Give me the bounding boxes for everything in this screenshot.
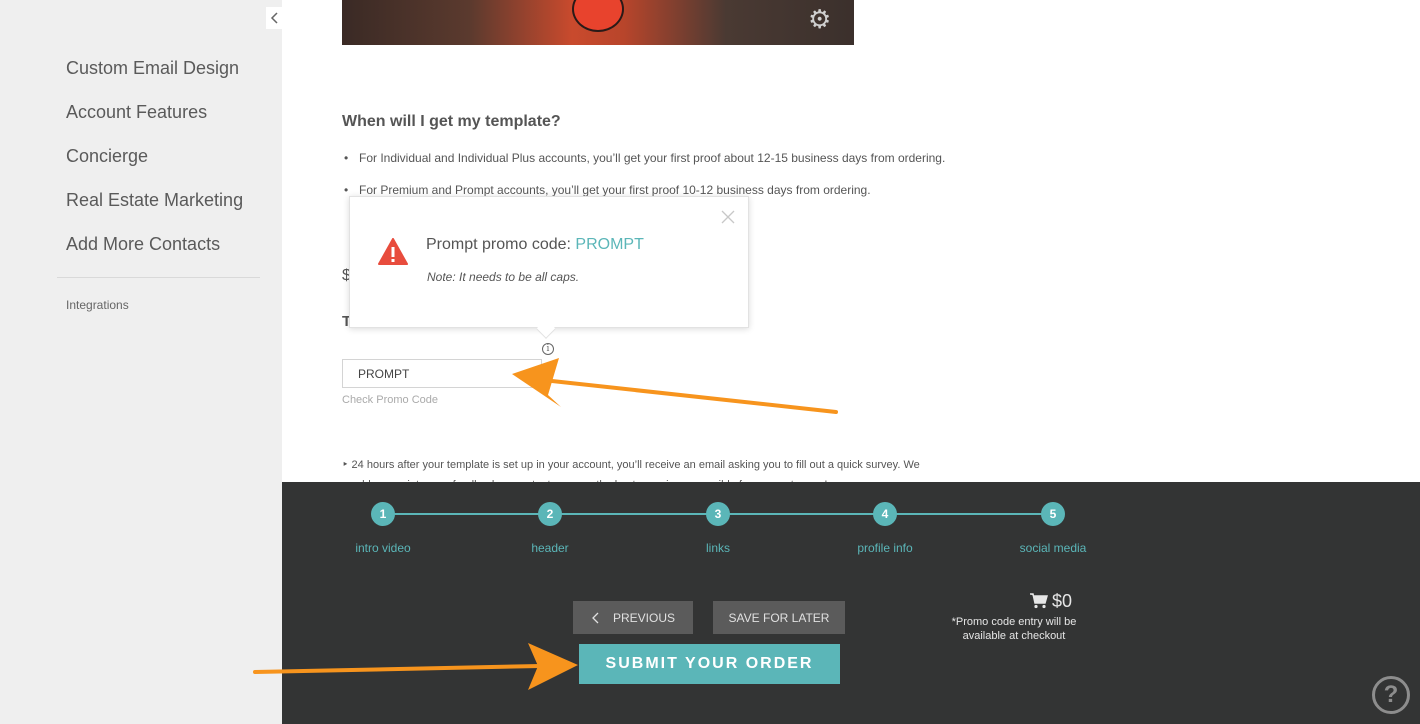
faq-heading: When will I get my template? <box>342 113 561 130</box>
sidebar-item-account-features[interactable]: Account Features <box>66 100 243 144</box>
step-label-links[interactable]: links <box>706 541 730 555</box>
check-promo-code-link[interactable]: Check Promo Code <box>342 394 438 406</box>
sidebar-item-integrations[interactable]: Integrations <box>66 298 129 312</box>
info-icon[interactable]: i <box>542 343 554 355</box>
close-icon[interactable] <box>720 209 736 225</box>
step-3[interactable]: 3 <box>706 502 730 526</box>
sidebar: Custom Email Design Account Features Con… <box>0 0 282 724</box>
submit-order-button[interactable]: SUBMIT YOUR ORDER <box>579 644 840 684</box>
popover-note: Note: It needs to be all caps. <box>427 270 580 284</box>
list-item: For Individual and Individual Plus accou… <box>342 150 945 182</box>
previous-button[interactable]: PREVIOUS <box>573 601 693 634</box>
sidebar-item-add-more-contacts[interactable]: Add More Contacts <box>66 232 243 276</box>
order-footer: 1 2 3 4 5 intro video header links profi… <box>282 482 1420 724</box>
step-label-intro-video[interactable]: intro video <box>355 541 410 555</box>
warning-icon <box>378 238 408 265</box>
cart-total: $0 <box>1052 590 1073 611</box>
step-5[interactable]: 5 <box>1041 502 1065 526</box>
record-icon[interactable] <box>572 0 624 32</box>
step-4[interactable]: 4 <box>873 502 897 526</box>
step-label-profile-info[interactable]: profile info <box>857 541 912 555</box>
promo-code-input[interactable] <box>342 359 542 388</box>
arrow-to-promo-input <box>512 358 838 414</box>
sidebar-collapse-button[interactable] <box>266 7 282 29</box>
sidebar-nav: Custom Email Design Account Features Con… <box>66 56 243 276</box>
sidebar-item-custom-email-design[interactable]: Custom Email Design <box>66 56 243 100</box>
promo-code-value: PROMPT <box>575 236 644 253</box>
step-2[interactable]: 2 <box>538 502 562 526</box>
popover-title-prefix: Prompt promo code: <box>426 236 576 253</box>
help-icon[interactable]: ? <box>1372 676 1410 714</box>
gear-icon[interactable]: ⚙ <box>808 6 831 32</box>
popover-title: Prompt promo code: PROMPT <box>426 236 644 254</box>
cart-summary: $0 <box>1030 589 1090 613</box>
promo-checkout-note: *Promo code entry will be available at c… <box>951 616 1077 642</box>
step-label-social-media[interactable]: social media <box>1020 541 1087 555</box>
intro-video-player[interactable]: ⚙ <box>342 0 854 45</box>
sidebar-item-concierge[interactable]: Concierge <box>66 144 243 188</box>
chevron-left-icon <box>592 612 599 623</box>
sidebar-divider <box>57 277 260 278</box>
chevron-left-icon <box>270 12 278 24</box>
cart-icon <box>1030 593 1048 609</box>
sidebar-item-real-estate-marketing[interactable]: Real Estate Marketing <box>66 188 243 232</box>
save-for-later-button[interactable]: SAVE FOR LATER <box>713 601 845 634</box>
step-1[interactable]: 1 <box>371 502 395 526</box>
previous-button-label: PREVIOUS <box>612 610 675 625</box>
popover-caret <box>536 319 556 339</box>
promo-popover: Prompt promo code: PROMPT Note: It needs… <box>349 196 749 339</box>
step-label-header[interactable]: header <box>531 541 568 555</box>
